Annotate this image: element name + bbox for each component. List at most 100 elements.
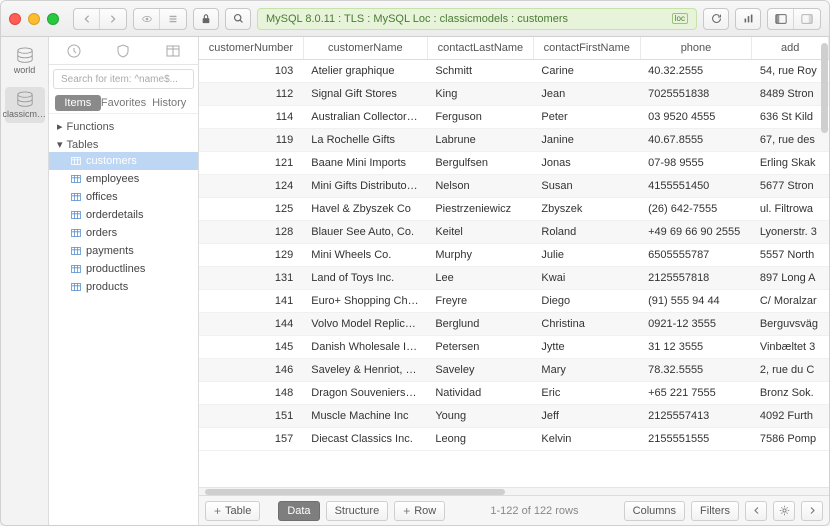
cell[interactable]: 124 — [199, 175, 303, 198]
cell[interactable]: 31 12 3555 — [640, 336, 752, 359]
table-item-employees[interactable]: employees — [49, 170, 198, 188]
tab-favorites[interactable]: Favorites — [101, 95, 147, 111]
tab-structure[interactable]: Structure — [326, 501, 389, 521]
cell[interactable]: Saveley — [427, 359, 533, 382]
table-item-payments[interactable]: payments — [49, 242, 198, 260]
right-panel-toggle[interactable] — [794, 9, 820, 29]
cell[interactable]: Peter — [533, 106, 640, 129]
cell[interactable]: Ferguson — [427, 106, 533, 129]
cell[interactable]: Janine — [533, 129, 640, 152]
horizontal-scrollbar[interactable] — [199, 487, 829, 495]
cell[interactable]: 40.67.8555 — [640, 129, 752, 152]
minimize-window-button[interactable] — [28, 13, 40, 25]
zoom-window-button[interactable] — [47, 13, 59, 25]
cell[interactable]: Schmitt — [427, 60, 533, 83]
cell[interactable]: 129 — [199, 244, 303, 267]
cell[interactable]: 125 — [199, 198, 303, 221]
cell[interactable]: ul. Filtrowa — [752, 198, 829, 221]
cell[interactable]: Mini Gifts Distributors Ltd. — [303, 175, 427, 198]
table-icon[interactable] — [165, 43, 181, 59]
table-row[interactable]: 148Dragon Souveniers, Ltd.NatividadEric+… — [199, 382, 829, 405]
cell[interactable]: 144 — [199, 313, 303, 336]
cell[interactable]: Australian Collectors, Co. — [303, 106, 427, 129]
cell[interactable]: 148 — [199, 382, 303, 405]
cell[interactable]: 67, rue des — [752, 129, 829, 152]
cell[interactable]: 157 — [199, 428, 303, 451]
settings-button[interactable] — [773, 501, 795, 521]
filters-button[interactable]: Filters — [691, 501, 739, 521]
cell[interactable]: 121 — [199, 152, 303, 175]
cell[interactable]: Christina — [533, 313, 640, 336]
cell[interactable]: Bronz Sok. — [752, 382, 829, 405]
cell[interactable]: 7025551838 — [640, 83, 752, 106]
cell[interactable]: Mary — [533, 359, 640, 382]
cell[interactable]: 131 — [199, 267, 303, 290]
column-header[interactable]: customerNumber — [199, 37, 303, 60]
cell[interactable]: Roland — [533, 221, 640, 244]
close-window-button[interactable] — [9, 13, 21, 25]
cell[interactable]: 0921-12 3555 — [640, 313, 752, 336]
cell[interactable]: Baane Mini Imports — [303, 152, 427, 175]
vertical-scrollbar[interactable] — [819, 39, 829, 485]
cell[interactable]: Petersen — [427, 336, 533, 359]
cell[interactable]: (91) 555 94 44 — [640, 290, 752, 313]
cell[interactable]: 112 — [199, 83, 303, 106]
tab-items[interactable]: Items — [55, 95, 101, 111]
search-button[interactable] — [225, 8, 251, 30]
cell[interactable]: Saveley & Henriot, Co. — [303, 359, 427, 382]
cell[interactable]: Carine — [533, 60, 640, 83]
cell[interactable]: Zbyszek — [533, 198, 640, 221]
table-item-customers[interactable]: customers — [49, 152, 198, 170]
cell[interactable]: C/ Moralzar — [752, 290, 829, 313]
prev-page-button[interactable] — [745, 501, 767, 521]
next-page-button[interactable] — [801, 501, 823, 521]
db-item-world[interactable]: world — [5, 43, 45, 79]
cell[interactable]: 146 — [199, 359, 303, 382]
table-row[interactable]: 129Mini Wheels Co.MurphyJulie65055557875… — [199, 244, 829, 267]
cell[interactable]: 4155551450 — [640, 175, 752, 198]
cell[interactable]: La Rochelle Gifts — [303, 129, 427, 152]
cell[interactable]: 54, rue Roy — [752, 60, 829, 83]
table-row[interactable]: 144Volvo Model Replicas, CoBerglundChris… — [199, 313, 829, 336]
cell[interactable]: +49 69 66 90 2555 — [640, 221, 752, 244]
cell[interactable]: 78.32.5555 — [640, 359, 752, 382]
column-header[interactable]: phone — [640, 37, 752, 60]
tab-history[interactable]: History — [146, 95, 192, 111]
cell[interactable]: Euro+ Shopping Channel — [303, 290, 427, 313]
cell[interactable]: 119 — [199, 129, 303, 152]
cell[interactable]: 145 — [199, 336, 303, 359]
column-header[interactable]: contactLastName — [427, 37, 533, 60]
columns-button[interactable]: Columns — [624, 501, 685, 521]
cell[interactable]: Leong — [427, 428, 533, 451]
table-row[interactable]: 157Diecast Classics Inc.LeongKelvin21555… — [199, 428, 829, 451]
cell[interactable]: Berglund — [427, 313, 533, 336]
cell[interactable]: Jytte — [533, 336, 640, 359]
cell[interactable]: 103 — [199, 60, 303, 83]
cell[interactable]: Volvo Model Replicas, Co — [303, 313, 427, 336]
column-header[interactable]: contactFirstName — [533, 37, 640, 60]
cell[interactable]: 2155551555 — [640, 428, 752, 451]
cell[interactable]: Lee — [427, 267, 533, 290]
table-row[interactable]: 146Saveley & Henriot, Co.SaveleyMary78.3… — [199, 359, 829, 382]
cell[interactable]: Land of Toys Inc. — [303, 267, 427, 290]
cell[interactable]: Piestrzeniewicz — [427, 198, 533, 221]
cell[interactable]: 2, rue du C — [752, 359, 829, 382]
cell[interactable]: Bergulfsen — [427, 152, 533, 175]
nav-forward-button[interactable] — [100, 9, 126, 29]
tab-data[interactable]: Data — [278, 501, 319, 521]
table-row[interactable]: 124Mini Gifts Distributors Ltd.NelsonSus… — [199, 175, 829, 198]
group-tables[interactable]: ▾ Tables — [49, 134, 198, 152]
cell[interactable]: 128 — [199, 221, 303, 244]
cell[interactable]: 8489 Stron — [752, 83, 829, 106]
table-item-orders[interactable]: orders — [49, 224, 198, 242]
cell[interactable]: Kelvin — [533, 428, 640, 451]
cell[interactable]: Jonas — [533, 152, 640, 175]
cell[interactable]: Keitel — [427, 221, 533, 244]
view-icon[interactable] — [134, 9, 160, 29]
table-row[interactable]: 141Euro+ Shopping ChannelFreyreDiego(91)… — [199, 290, 829, 313]
table-row[interactable]: 119La Rochelle GiftsLabruneJanine40.67.8… — [199, 129, 829, 152]
cell[interactable]: Dragon Souveniers, Ltd. — [303, 382, 427, 405]
cell[interactable]: Signal Gift Stores — [303, 83, 427, 106]
cell[interactable]: Havel & Zbyszek Co — [303, 198, 427, 221]
cell[interactable]: 5557 North — [752, 244, 829, 267]
